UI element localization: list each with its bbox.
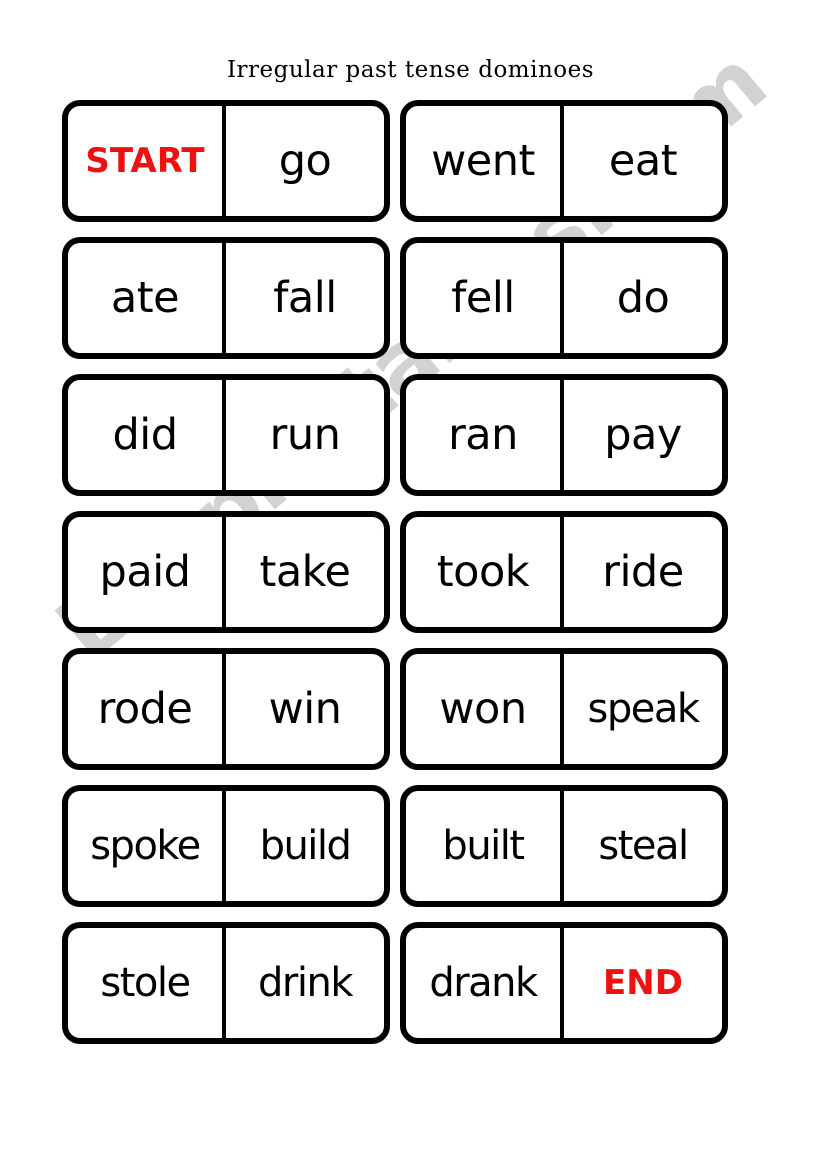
domino-row: spoke build built steal [62, 785, 728, 907]
domino-cell-left[interactable]: spoke [68, 791, 226, 901]
domino-word-label: steal [598, 823, 689, 869]
domino-word-label: ate [110, 272, 180, 323]
domino-cell-left[interactable]: took [406, 517, 564, 627]
domino-row: stole drink drank END [62, 922, 728, 1044]
domino-row: paid take took ride [62, 511, 728, 633]
domino-cell-left[interactable]: rode [68, 654, 226, 764]
domino-word-label: do [616, 272, 670, 323]
domino-word-label: paid [99, 546, 191, 597]
domino-word-label: spoke [90, 823, 201, 869]
domino-cell-left[interactable]: ran [406, 380, 564, 490]
domino-cell-left[interactable]: went [406, 106, 564, 216]
domino-cell-right[interactable]: build [226, 791, 384, 901]
domino-cell-right[interactable]: fall [226, 243, 384, 353]
domino-cell-left[interactable]: ate [68, 243, 226, 353]
domino-word-label: stole [100, 960, 191, 1006]
domino-tile[interactable]: drank END [400, 922, 728, 1044]
domino-word-label: pay [604, 409, 682, 460]
domino-cell-right[interactable]: steal [564, 791, 722, 901]
domino-cell-left[interactable]: won [406, 654, 564, 764]
domino-cell-right[interactable]: speak [564, 654, 722, 764]
domino-row: did run ran pay [62, 374, 728, 496]
domino-cell-right[interactable]: drink [226, 928, 384, 1038]
domino-cell-right[interactable]: do [564, 243, 722, 353]
domino-marker-label: START [85, 141, 205, 181]
domino-word-label: went [431, 135, 535, 186]
domino-tile[interactable]: built steal [400, 785, 728, 907]
domino-grid: START go went eat ate fall fell do did run ran pay p… [62, 100, 728, 1044]
domino-word-label: take [259, 546, 351, 597]
domino-cell-right[interactable]: take [226, 517, 384, 627]
domino-word-label: build [259, 823, 352, 869]
domino-tile[interactable]: won speak [400, 648, 728, 770]
domino-tile[interactable]: rode win [62, 648, 390, 770]
domino-word-label: built [442, 823, 525, 869]
domino-word-label: ride [602, 546, 684, 597]
domino-word-label: run [269, 409, 341, 460]
domino-word-label: rode [97, 683, 193, 734]
domino-word-label: drink [258, 960, 353, 1006]
domino-row: ate fall fell do [62, 237, 728, 359]
domino-cell-right[interactable]: win [226, 654, 384, 764]
domino-cell-left[interactable]: paid [68, 517, 226, 627]
domino-marker-label: END [603, 963, 683, 1003]
domino-tile[interactable]: stole drink [62, 922, 390, 1044]
domino-cell-right[interactable]: pay [564, 380, 722, 490]
domino-cell-left[interactable]: START [68, 106, 226, 216]
domino-word-label: did [112, 409, 178, 460]
domino-cell-right[interactable]: eat [564, 106, 722, 216]
domino-word-label: won [439, 683, 527, 734]
domino-word-label: eat [608, 135, 678, 186]
domino-cell-left[interactable]: did [68, 380, 226, 490]
domino-tile[interactable]: spoke build [62, 785, 390, 907]
domino-word-label: ran [448, 409, 518, 460]
domino-cell-left[interactable]: drank [406, 928, 564, 1038]
worksheet-sheet: Irregular past tense dominoes START go wen… [0, 0, 821, 1169]
page-title: Irregular past tense dominoes [226, 57, 595, 83]
domino-word-label: go [278, 135, 332, 186]
domino-word-label: took [436, 546, 530, 597]
domino-cell-left[interactable]: built [406, 791, 564, 901]
domino-word-label: speak [587, 686, 700, 732]
domino-word-label: fall [273, 272, 337, 323]
domino-word-label: win [268, 683, 342, 734]
domino-tile[interactable]: START go [62, 100, 390, 222]
domino-tile[interactable]: fell do [400, 237, 728, 359]
domino-tile[interactable]: took ride [400, 511, 728, 633]
domino-cell-right[interactable]: ride [564, 517, 722, 627]
domino-tile[interactable]: ate fall [62, 237, 390, 359]
domino-cell-right[interactable]: go [226, 106, 384, 216]
domino-word-label: fell [451, 272, 515, 323]
domino-tile[interactable]: did run [62, 374, 390, 496]
domino-tile[interactable]: paid take [62, 511, 390, 633]
domino-cell-right[interactable]: run [226, 380, 384, 490]
domino-cell-right[interactable]: END [564, 928, 722, 1038]
domino-row: START go went eat [62, 100, 728, 222]
domino-word-label: drank [429, 960, 538, 1006]
domino-tile[interactable]: ran pay [400, 374, 728, 496]
domino-tile[interactable]: went eat [400, 100, 728, 222]
domino-row: rode win won speak [62, 648, 728, 770]
domino-cell-left[interactable]: fell [406, 243, 564, 353]
domino-cell-left[interactable]: stole [68, 928, 226, 1038]
